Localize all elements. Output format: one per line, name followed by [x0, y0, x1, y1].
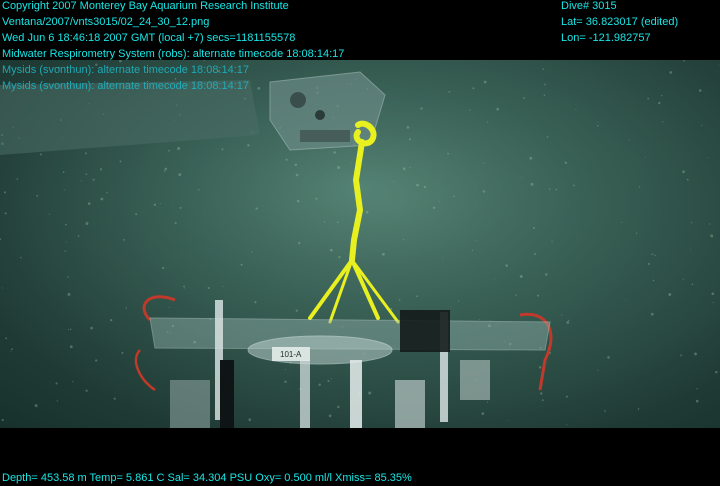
- video-frame: 101-A Copyright 2007 Monterey Bay Aquari…: [0, 0, 720, 486]
- longitude: Lon= -121.982757: [561, 32, 651, 44]
- annotation-line-2: Mysids (svonthun): alternate timecode 18…: [2, 64, 250, 76]
- timestamp-line: Wed Jun 6 18:46:18 2007 GMT (local +7) s…: [2, 32, 296, 44]
- annotation-line-3: Mysids (svonthun): alternate timecode 18…: [2, 80, 250, 92]
- copyright-line: Copyright 2007 Monterey Bay Aquarium Res…: [2, 0, 289, 12]
- dive-number: Dive# 3015: [561, 0, 617, 12]
- sensor-readout: Depth= 453.58 m Temp= 5.861 C Sal= 34.30…: [2, 472, 412, 484]
- filename-line: Ventana/2007/vnts3015/02_24_30_12.png: [2, 16, 210, 28]
- annotation-line-1: Midwater Respirometry System (robs): alt…: [2, 48, 345, 60]
- scene-illustration: [0, 60, 720, 428]
- underwater-scene: 101-A: [0, 60, 720, 428]
- latitude: Lat= 36.823017 (edited): [561, 16, 679, 28]
- tag-label: 101-A: [280, 350, 302, 359]
